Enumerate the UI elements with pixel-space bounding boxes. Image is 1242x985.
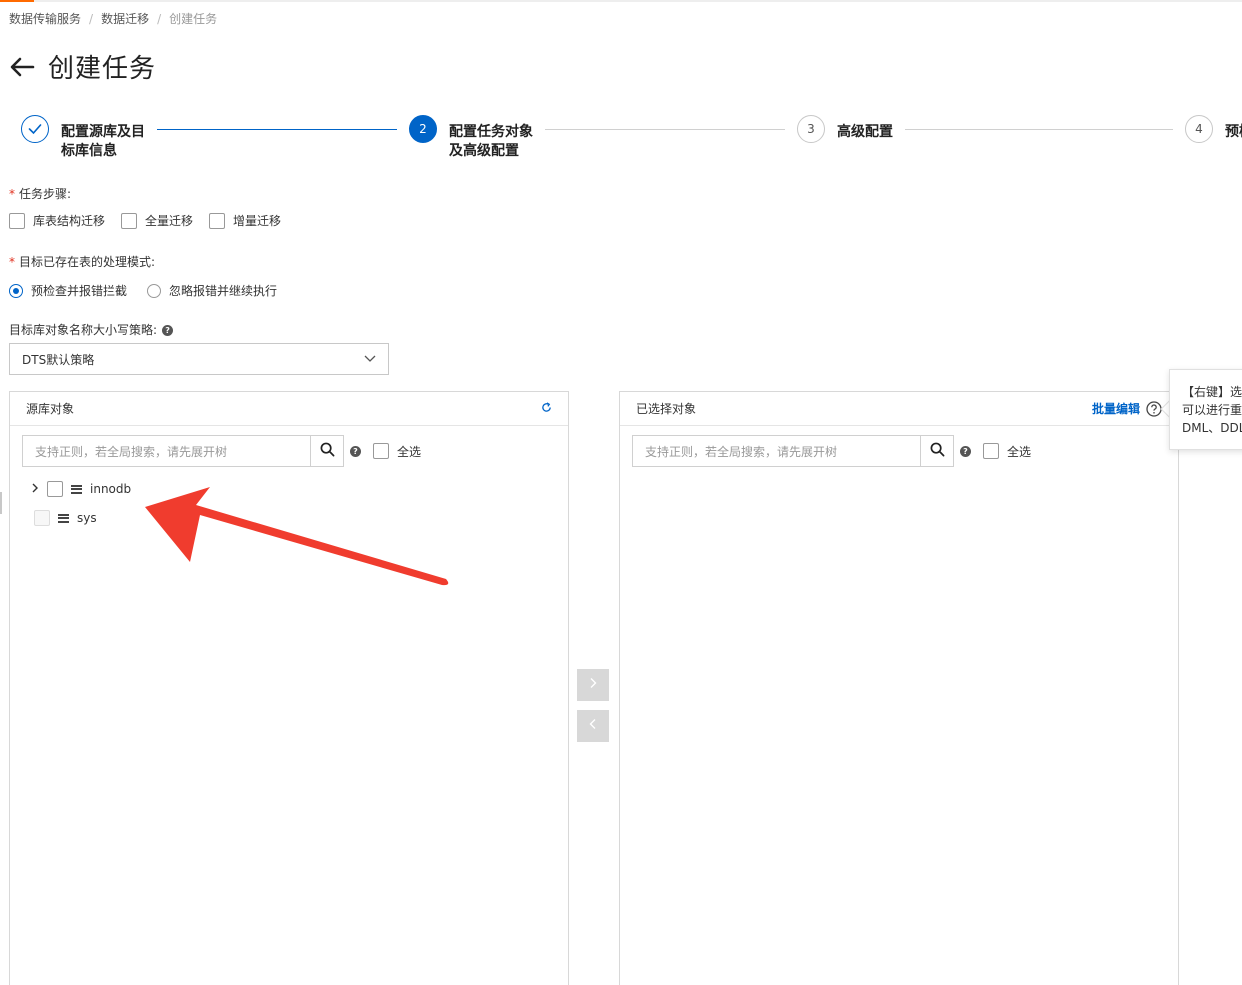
annotation-arrow: [145, 487, 449, 586]
